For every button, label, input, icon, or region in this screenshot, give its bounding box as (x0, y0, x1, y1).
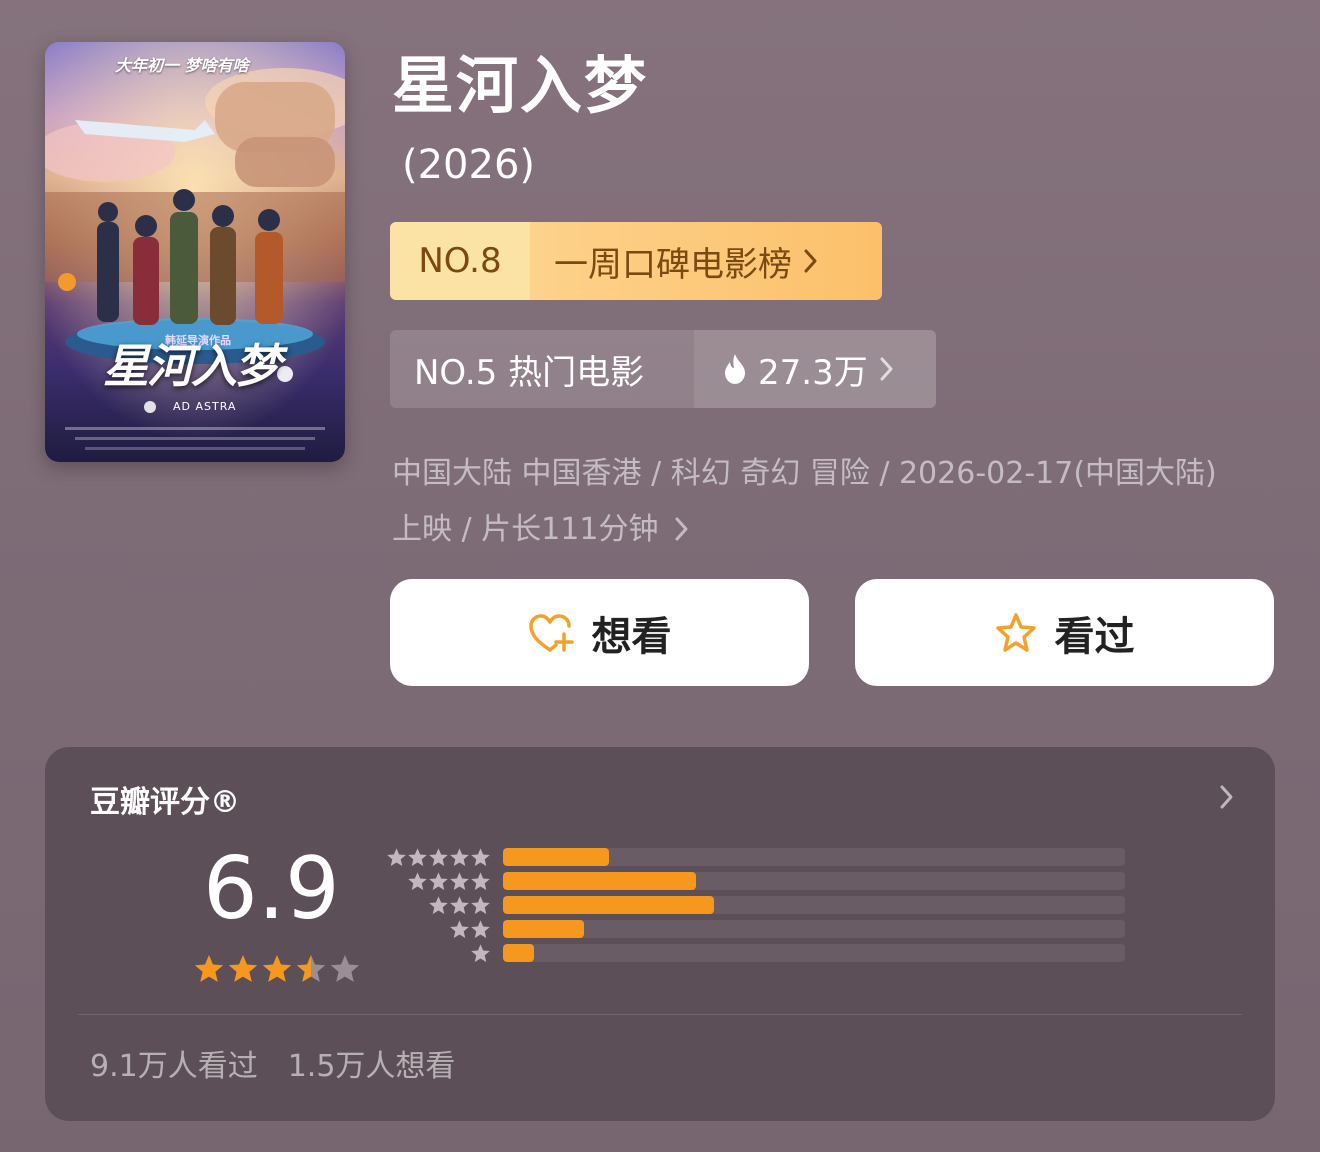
movie-meta-text: 中国大陆 中国香港 / 科幻 奇幻 冒险 / 2026-02-17(中国大陆) … (392, 456, 1217, 547)
weekly-rank-number: NO.8 (390, 222, 530, 300)
rating-bar-fill (503, 872, 696, 890)
rating-stars (193, 953, 361, 985)
rating-score: 6.9 (203, 839, 340, 939)
chevron-right-icon[interactable] (1219, 783, 1235, 811)
star-small-icon (450, 896, 469, 914)
weekly-rank-badge[interactable]: NO.8 一周口碑电影榜 (390, 222, 882, 300)
star-half-icon (296, 955, 326, 982)
poster-tagline: 大年初一 梦啥有啥 (115, 56, 249, 75)
star-filled-icon (228, 955, 258, 982)
rating-counts: 9.1万人看过 1.5万人想看 (90, 1041, 455, 1085)
want-count: 1.5万人想看 (287, 1049, 456, 1084)
chevron-right-icon (880, 357, 893, 381)
rating-row-stars (383, 895, 491, 916)
movie-poster[interactable]: 大年初一 梦啥有啥 韩延导演作品 星河入梦 AD ASTRA (45, 42, 345, 462)
star-small-icon (471, 920, 490, 938)
star-small-icon (429, 896, 448, 914)
star-small-icon (450, 920, 469, 938)
rating-bar-track (503, 896, 1125, 914)
want-to-watch-button[interactable]: 想看 (390, 579, 809, 686)
chevron-right-icon (675, 517, 688, 541)
rating-bar-fill (503, 920, 584, 938)
movie-detail-page: 大年初一 梦啥有啥 韩延导演作品 星河入梦 AD ASTRA 星河入梦 (202… (0, 0, 1320, 1152)
star-small-icon (471, 944, 490, 962)
star-small-icon (471, 872, 490, 890)
want-to-watch-label: 想看 (591, 613, 672, 660)
movie-title: 星河入梦 (392, 49, 649, 122)
rating-distribution-row (383, 895, 1125, 915)
star-small-icon (450, 872, 469, 890)
poster-subtitle: AD ASTRA (173, 400, 237, 413)
hot-rank-badge[interactable]: NO.5 热门电影 27.3万 (390, 330, 936, 408)
rating-row-stars (383, 871, 491, 892)
rating-bar-track (503, 920, 1125, 938)
rating-row-stars (383, 919, 491, 940)
seen-count: 9.1万人看过 (90, 1049, 258, 1084)
star-small-icon (408, 872, 427, 890)
star-empty-icon (330, 955, 360, 982)
star-outline-icon (995, 612, 1036, 652)
star-small-icon (408, 848, 427, 866)
watched-label: 看过 (1054, 613, 1135, 660)
rating-bar-fill (503, 896, 715, 914)
hot-heat-wrap: 27.3万 (694, 330, 936, 408)
weekly-rank-label-wrap: 一周口碑电影榜 (530, 222, 882, 300)
movie-meta[interactable]: 中国大陆 中国香港 / 科幻 奇幻 冒险 / 2026-02-17(中国大陆) … (392, 446, 1252, 558)
flame-icon (725, 354, 745, 384)
watched-button[interactable]: 看过 (855, 579, 1274, 686)
star-small-icon (387, 848, 406, 866)
star-filled-icon (194, 955, 224, 982)
star-small-icon (450, 848, 469, 866)
rating-bar-track (503, 944, 1125, 962)
hot-heat-value: 27.3万 (758, 352, 868, 393)
heart-plus-icon (528, 613, 574, 652)
rating-header: 豆瓣评分® (90, 785, 240, 820)
rating-row-stars (383, 847, 491, 868)
weekly-rank-label: 一周口碑电影榜 (554, 244, 792, 285)
rating-distribution-row (383, 871, 1125, 891)
poster-artwork (45, 42, 345, 462)
star-small-icon (471, 848, 490, 866)
movie-year: (2026) (402, 142, 536, 188)
star-small-icon (429, 848, 448, 866)
star-filled-icon (262, 955, 292, 982)
rating-bar-fill (503, 848, 609, 866)
rating-distribution-row (383, 943, 1125, 963)
rating-distribution-row (383, 919, 1125, 939)
poster-title: 星河入梦 (103, 339, 281, 393)
rating-bar-fill (503, 944, 535, 962)
star-small-icon (429, 872, 448, 890)
rating-distribution-row (383, 847, 1125, 867)
rating-card[interactable]: 豆瓣评分® 6.9 9.1万人看过 1.5万人想看 (45, 747, 1275, 1121)
rating-bar-track (503, 872, 1125, 890)
divider (78, 1014, 1242, 1015)
rating-row-stars (383, 943, 491, 964)
star-small-icon (471, 896, 490, 914)
rating-bar-track (503, 848, 1125, 866)
chevron-right-icon (804, 249, 817, 273)
hot-rank-label: NO.5 热门电影 (390, 330, 694, 408)
